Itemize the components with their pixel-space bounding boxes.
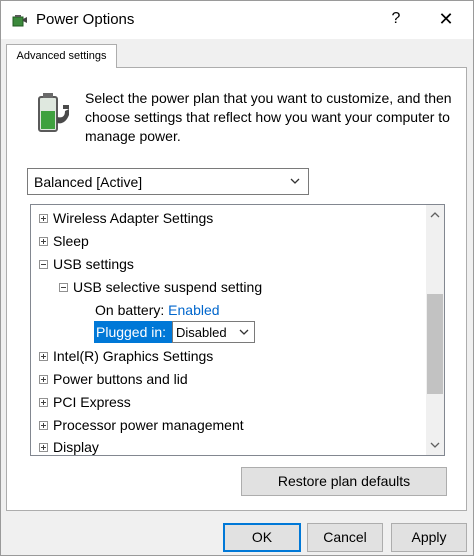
description-text: Select the power plan that you want to c… [85,90,452,144]
tree-item-label: USB settings [53,256,134,272]
plugged-in-dropdown[interactable]: Disabled [172,321,255,343]
tree-item-processor-power[interactable]: Processor power management [39,414,244,436]
plugged-in-value: Disabled [176,325,227,340]
tree-item-intel-graphics[interactable]: Intel(R) Graphics Settings [39,345,213,367]
tree-item-label: PCI Express [53,394,131,410]
ok-button[interactable]: OK [223,523,301,552]
on-battery-label: On battery: [95,302,165,318]
expand-icon[interactable] [39,351,48,361]
tree-item-usb-selective-suspend[interactable]: USB selective suspend setting [59,276,262,298]
power-options-window: Power Options ? ✕ Advanced settings Sele… [0,0,474,556]
tree-item-label: Display [53,439,99,455]
chevron-down-icon [290,178,300,184]
close-button[interactable]: ✕ [426,3,466,35]
cancel-button[interactable]: Cancel [307,523,383,552]
expand-icon[interactable] [39,420,48,430]
power-options-icon [12,15,27,27]
collapse-icon[interactable] [59,282,68,292]
scroll-down-arrow-icon[interactable] [429,439,441,451]
apply-button[interactable]: Apply [391,523,467,552]
on-battery-value-link[interactable]: Enabled [168,302,219,318]
tree-item-power-buttons[interactable]: Power buttons and lid [39,368,188,390]
plugged-in-label: Plugged in: [94,321,172,343]
tree-item-pci-express[interactable]: PCI Express [39,391,131,413]
tree-item-label: Intel(R) Graphics Settings [53,348,214,364]
help-button[interactable]: ? [381,3,411,35]
tree-item-wireless[interactable]: Wireless Adapter Settings [39,207,213,229]
scrollbar-thumb[interactable] [427,294,443,394]
tree-item-label: Sleep [53,233,89,249]
tab-advanced-settings[interactable]: Advanced settings [6,44,117,68]
power-plan-dropdown[interactable]: Balanced [Active] [27,168,309,195]
chevron-down-icon [239,329,249,335]
power-plan-value: Balanced [Active] [34,174,143,190]
on-battery-setting: On battery: Enabled [95,299,220,321]
expand-icon[interactable] [39,374,48,384]
tree-item-label: Power buttons and lid [53,371,188,387]
expand-icon[interactable] [39,236,48,246]
battery-plug-icon [38,93,69,132]
tree-item-label: Processor power management [53,417,244,433]
title-bar: Power Options ? ✕ [1,1,473,39]
window-title: Power Options [36,11,135,28]
vertical-scrollbar[interactable] [426,205,444,455]
expand-icon[interactable] [39,397,48,407]
tree-item-sleep[interactable]: Sleep [39,230,89,252]
tab-label: Advanced settings [16,50,107,62]
expand-icon[interactable] [39,442,48,452]
scroll-up-arrow-icon[interactable] [429,209,441,221]
tree-item-usb[interactable]: USB settings [39,253,134,275]
expand-icon[interactable] [39,213,48,223]
collapse-icon[interactable] [39,259,48,269]
restore-plan-defaults-button[interactable]: Restore plan defaults [241,467,447,496]
tree-item-label: Wireless Adapter Settings [53,210,214,226]
settings-tree[interactable]: Wireless Adapter Settings Sleep USB sett… [30,204,445,456]
tree-item-display[interactable]: Display [39,436,99,455]
tree-item-label: USB selective suspend setting [73,279,263,295]
